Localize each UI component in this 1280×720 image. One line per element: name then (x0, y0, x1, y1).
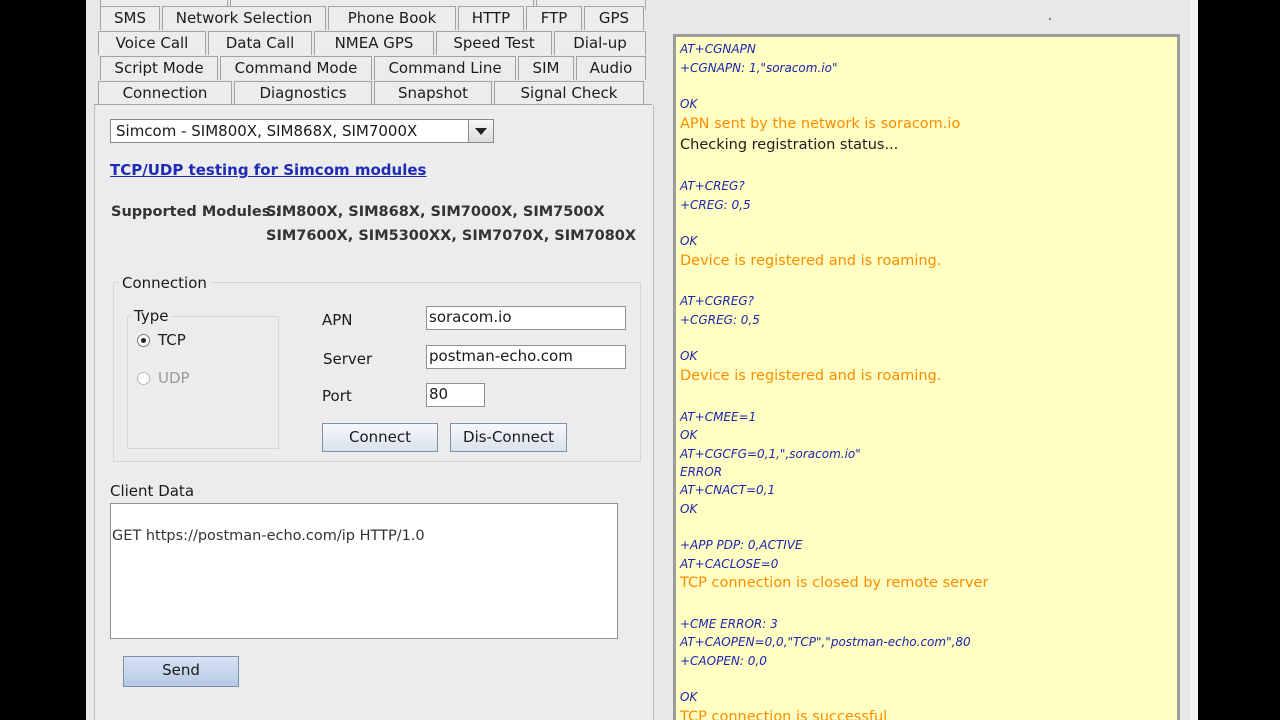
log-line: APN sent by the network is soracom.io (680, 116, 961, 132)
log-line: OK (680, 234, 698, 248)
log-line: AT+CREG? (680, 179, 745, 193)
console-log[interactable]: AT+CGNAPN +CGNAPN: 1,"soracom.io" OK APN… (673, 34, 1180, 720)
connection-group-title: Connection (119, 274, 210, 292)
supported-modules-line2: SIM7600X, SIM5300XX, SIM7070X, SIM7080X (266, 228, 637, 244)
tab-command-line[interactable]: Command Line (374, 56, 516, 80)
module-dropdown-value: Simcom - SIM800X, SIM868X, SIM7000X (116, 122, 418, 140)
log-line: AT+CACLOSE=0 (680, 557, 779, 571)
apn-label: APN (322, 311, 353, 329)
log-line: +APP PDP: 0,ACTIVE (680, 538, 803, 552)
port-field[interactable]: 80 (426, 383, 485, 407)
tcp-radio[interactable] (137, 334, 150, 347)
tab-command-mode[interactable]: Command Mode (220, 56, 372, 80)
udp-radio[interactable] (137, 372, 150, 385)
tab-ftp[interactable]: FTP (526, 6, 582, 30)
tcp-radio-label[interactable]: TCP (158, 331, 186, 349)
chevron-down-icon[interactable] (468, 120, 493, 142)
tab-script-mode[interactable]: Script Mode (100, 56, 218, 80)
tab-sms[interactable]: SMS (100, 6, 160, 30)
log-line: AT+CGNAPN (680, 42, 756, 56)
tab-snapshot[interactable]: Snapshot (374, 81, 492, 105)
module-dropdown[interactable]: Simcom - SIM800X, SIM868X, SIM7000X (110, 119, 494, 143)
apn-field[interactable]: soracom.io (426, 306, 626, 330)
tab-diagnostics[interactable]: Diagnostics (234, 81, 372, 105)
log-line: OK (680, 690, 698, 704)
tab-voice-call[interactable]: Voice Call (98, 31, 206, 55)
tab-connection[interactable]: Connection (98, 81, 232, 105)
client-data-text: GET https://postman-echo.com/ip HTTP/1.0 (112, 528, 425, 544)
log-line: TCP connection is closed by remote serve… (680, 575, 989, 591)
type-group (127, 316, 279, 449)
app-window: SMS Network Selection Phone Book HTTP FT… (86, 0, 1190, 720)
log-line: Device is registered and is roaming. (680, 368, 942, 384)
client-data-textarea[interactable]: GET https://postman-echo.com/ip HTTP/1.0 (110, 503, 618, 639)
supported-modules-label: Supported Modules : (111, 204, 282, 220)
log-line: ERROR (680, 465, 723, 479)
tab-audio[interactable]: Audio (576, 56, 646, 80)
log-line: TCP connection is successful (680, 709, 888, 720)
log-line: OK (680, 349, 698, 363)
log-line: OK (680, 97, 698, 111)
log-line: Checking registration status... (680, 137, 899, 153)
log-line: AT+CMEE=1 (680, 410, 757, 424)
window-edge (1190, 0, 1198, 720)
tab-sim[interactable]: SIM (518, 56, 574, 80)
type-group-title: Type (131, 307, 172, 325)
log-line: OK (680, 428, 698, 442)
log-line: +CREG: 0,5 (680, 198, 751, 212)
log-line: AT+CGREG? (680, 294, 754, 308)
supported-modules-line1: SIM800X, SIM868X, SIM7000X, SIM7500X (266, 204, 605, 220)
log-line: +CGNAPN: 1,"soracom.io" (680, 61, 838, 75)
log-line: AT+CGCFG=0,1,",soracom.io" (680, 447, 861, 461)
tab-network-selection[interactable]: Network Selection (162, 6, 326, 30)
server-field[interactable]: postman-echo.com (426, 345, 626, 369)
server-label: Server (323, 350, 373, 368)
tab-phone-book[interactable]: Phone Book (328, 6, 456, 30)
log-line: +CME ERROR: 3 (680, 617, 778, 631)
tab-signal-check[interactable]: Signal Check (494, 81, 644, 105)
connection-panel: Simcom - SIM800X, SIM868X, SIM7000X TCP/… (94, 105, 654, 720)
log-line: +CGREG: 0,5 (680, 313, 760, 327)
log-line: AT+CAOPEN=0,0,"TCP","postman-echo.com",8… (680, 635, 971, 649)
log-line: +CAOPEN: 0,0 (680, 654, 767, 668)
connect-button[interactable]: Connect (322, 423, 438, 452)
send-button[interactable]: Send (123, 656, 239, 687)
udp-radio-label[interactable]: UDP (158, 369, 190, 387)
tab-gps[interactable]: GPS (584, 6, 644, 30)
client-data-label: Client Data (110, 482, 195, 500)
log-line: Device is registered and is roaming. (680, 253, 942, 269)
tab-data-call[interactable]: Data Call (208, 31, 312, 55)
tab-dial-up[interactable]: Dial-up (554, 31, 646, 55)
tcp-udp-link[interactable]: TCP/UDP testing for Simcom modules (110, 161, 426, 179)
window-speck (1049, 18, 1051, 20)
log-line: AT+CNACT=0,1 (680, 483, 776, 497)
tab-nmea-gps[interactable]: NMEA GPS (314, 31, 434, 55)
tab-http[interactable]: HTTP (458, 6, 524, 30)
log-line: OK (680, 502, 698, 516)
disconnect-button[interactable]: Dis-Connect (450, 423, 567, 452)
tab-speed-test[interactable]: Speed Test (436, 31, 552, 55)
port-label: Port (322, 387, 352, 405)
